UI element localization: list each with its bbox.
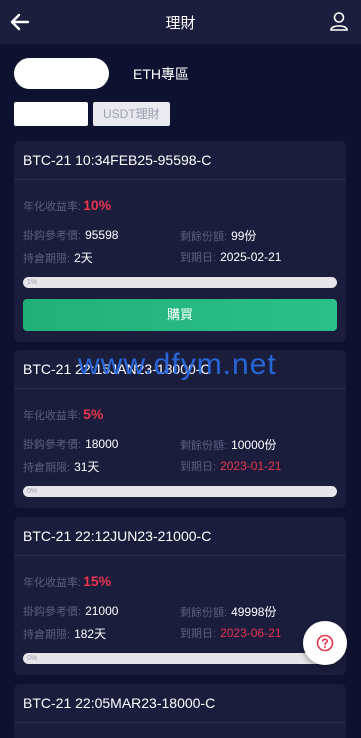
rate-value: 5% [83,406,104,422]
remaining-value: 99份 [231,229,257,243]
maturity-row: 到期日: 2025-02-21 [180,249,281,265]
maturity-row: 到期日: 2023-01-21 [180,458,281,474]
rate-row: 年化收益率: 5% [23,406,103,423]
period-label: 持倉期限: [23,253,71,265]
watermark-text: www.dfym.net [78,348,277,381]
period-row: 持倉期限: 182天 [23,625,106,642]
ref-price-row: 掛鈎參考價: 21000 [23,603,118,619]
product-card: BTC-21 22:05MAR23-18000-C [14,684,346,738]
progress-bar: 1% [23,277,337,288]
period-row: 持倉期限: 2天 [23,249,93,266]
progress-text: 1% [27,279,38,286]
product-card: BTC-21 22:12JUN23-21000-C 年化收益率: 15% 掛鈎參考… [14,517,346,675]
maturity-value: 2025-02-21 [220,250,282,264]
user-icon[interactable] [329,11,349,31]
maturity-row: 到期日: 2023-06-21 [180,625,281,641]
sub-tabs: USDT理財 [14,102,170,126]
rate-row: 年化收益率: 15% [23,573,111,590]
product-title: BTC-21 22:05MAR23-18000-C [14,684,346,723]
arrow-left-icon[interactable] [10,12,30,32]
help-icon [316,634,334,652]
maturity-label: 到期日: [180,628,217,640]
period-value: 182天 [74,627,107,641]
maturity-label: 到期日: [180,461,217,473]
maturity-value: 2023-01-21 [220,459,282,473]
ref-price-row: 掛鈎參考價: 95598 [23,227,118,243]
period-value: 31天 [74,460,100,474]
period-label: 持倉期限: [23,462,71,474]
tab-active-pill[interactable] [14,58,109,89]
remaining-label: 剩餘份額: [180,231,228,243]
ref-price-value: 21000 [85,604,119,618]
progress-bar: 0% [23,486,337,497]
period-value: 2天 [74,251,93,265]
remaining-label: 剩餘份額: [180,440,228,452]
progress-text: 0% [27,488,38,495]
tab-eth-zone[interactable]: ETH專區 [133,64,189,84]
product-title: BTC-21 22:12JUN23-21000-C [14,517,346,556]
remaining-row: 剩餘份額: 99份 [180,227,256,244]
period-label: 持倉期限: [23,629,71,641]
tab-active-box[interactable] [14,102,88,126]
period-row: 持倉期限: 31天 [23,458,99,475]
ref-price-label: 掛鈎參考價: [23,439,82,451]
remaining-label: 剩餘份額: [180,607,228,619]
tab-usdt-finance[interactable]: USDT理財 [93,102,170,126]
remaining-value: 10000份 [231,438,277,452]
remaining-row: 剩餘份額: 10000份 [180,436,276,453]
ref-price-value: 95598 [85,228,119,242]
top-bar: 理財 [0,0,361,44]
ref-price-label: 掛鈎參考價: [23,606,82,618]
help-button[interactable] [303,621,347,665]
product-card: BTC-21 10:34FEB25-95598-C 年化收益率: 10% 掛鈎參考… [14,141,346,342]
rate-value: 15% [83,573,112,589]
rate-label: 年化收益率: [23,410,82,422]
ref-price-value: 18000 [85,437,119,451]
product-title: BTC-21 10:34FEB25-95598-C [14,141,346,180]
progress-bar: 0% [23,653,337,664]
zone-tabs: ETH專區 [14,58,189,89]
rate-label: 年化收益率: [23,201,82,213]
progress-text: 0% [27,655,38,662]
buy-button[interactable]: 購買 [23,299,337,331]
rate-label: 年化收益率: [23,577,82,589]
ref-price-label: 掛鈎參考價: [23,230,82,242]
maturity-label: 到期日: [180,252,217,264]
maturity-value: 2023-06-21 [220,626,282,640]
page-title: 理財 [165,14,196,32]
rate-row: 年化收益率: 10% [23,197,111,214]
remaining-row: 剩餘份額: 49998份 [180,603,276,620]
ref-price-row: 掛鈎參考價: 18000 [23,436,118,452]
rate-value: 10% [83,197,112,213]
remaining-value: 49998份 [231,605,277,619]
